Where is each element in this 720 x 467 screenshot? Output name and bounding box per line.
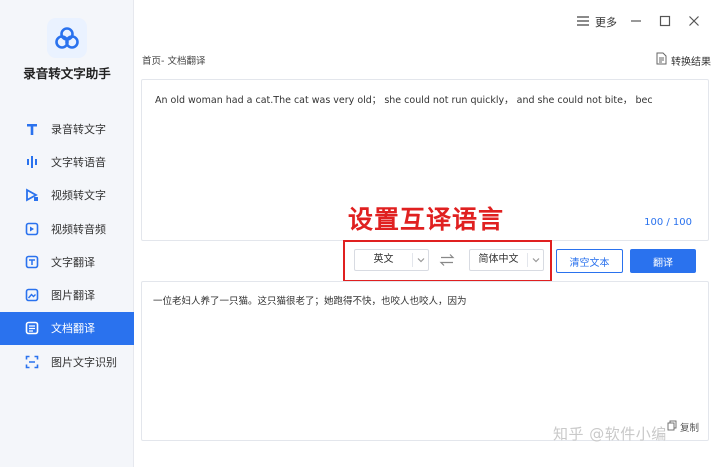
app-logo-icon: [47, 18, 87, 58]
minimize-icon: [630, 12, 642, 31]
sidebar-item-label: 视频转音频: [51, 222, 106, 236]
sidebar-nav: 录音转文字 文字转语音 视频转文字 视频转音频 文字翻译 图片翻译 文档翻译 图…: [0, 112, 134, 378]
minimize-button[interactable]: [626, 11, 646, 31]
clear-text-button[interactable]: 清空文本: [556, 249, 623, 273]
maximize-icon: [659, 12, 671, 31]
translated-text: 一位老妇人养了一只猫。这只猫很老了；她跑得不快，也咬人也咬人，因为: [153, 296, 467, 307]
char-counter: 100 / 100: [644, 217, 692, 228]
breadcrumb: 首页- 文档翻译: [142, 56, 206, 67]
sidebar-item-image-translate[interactable]: 图片翻译: [0, 278, 134, 311]
sidebar-item-audio-to-text[interactable]: 录音转文字: [0, 112, 134, 145]
copy-label: 复制: [680, 423, 700, 434]
conversion-result-button[interactable]: 转换结果: [656, 52, 711, 68]
sidebar-item-text-translate[interactable]: 文字翻译: [0, 245, 134, 278]
menu-icon: [577, 15, 589, 29]
sidebar-item-label: 录音转文字: [51, 122, 106, 136]
sidebar-item-label: 视频转文字: [51, 189, 106, 203]
watermark: 知乎 @软件小编: [553, 425, 667, 443]
close-button[interactable]: [684, 11, 704, 31]
sidebar-item-video-to-audio[interactable]: 视频转音频: [0, 212, 134, 245]
app-name: 录音转文字助手: [23, 66, 111, 81]
annotation-text: 设置互译语言: [348, 205, 505, 234]
close-icon: [688, 12, 700, 31]
more-label: 更多: [595, 16, 617, 29]
audio-wave-icon: [24, 154, 40, 170]
sidebar-item-ocr[interactable]: 图片文字识别: [0, 345, 134, 378]
sidebar-item-document-translate[interactable]: 文档翻译: [0, 311, 134, 346]
conversion-result-label: 转换结果: [671, 56, 711, 68]
translate-button[interactable]: 翻译: [630, 249, 696, 273]
sidebar-item-video-to-text[interactable]: 视频转文字: [0, 179, 134, 212]
sidebar-item-label: 图片文字识别: [51, 355, 117, 369]
sidebar: 录音转文字助手 录音转文字 文字转语音 视频转文字 视频转音频 文字翻译 图片翻…: [0, 0, 134, 467]
sidebar-item-label: 图片翻译: [51, 289, 95, 303]
document-translate-icon: [24, 320, 40, 336]
ocr-scan-icon: [24, 354, 40, 370]
annotation-highlight-frame: [343, 240, 552, 282]
text-translate-icon: [24, 254, 40, 270]
maximize-button[interactable]: [655, 11, 675, 31]
source-text: An old woman had a cat.The cat was very …: [155, 95, 653, 106]
translated-text-area[interactable]: 一位老妇人养了一只猫。这只猫很老了；她跑得不快，也咬人也咬人，因为: [141, 281, 709, 441]
text-t-icon: [24, 121, 40, 137]
video-text-icon: [24, 187, 40, 203]
document-icon: [656, 52, 667, 68]
sidebar-item-label: 文档翻译: [51, 322, 95, 336]
sidebar-item-text-to-speech[interactable]: 文字转语音: [0, 145, 134, 178]
more-button[interactable]: 更多: [577, 14, 617, 30]
video-audio-icon: [24, 221, 40, 237]
copy-button[interactable]: 复制: [667, 420, 699, 434]
sidebar-item-label: 文字转语音: [51, 155, 106, 169]
image-translate-icon: [24, 287, 40, 303]
copy-icon: [667, 420, 677, 434]
sidebar-item-label: 文字翻译: [51, 255, 95, 269]
